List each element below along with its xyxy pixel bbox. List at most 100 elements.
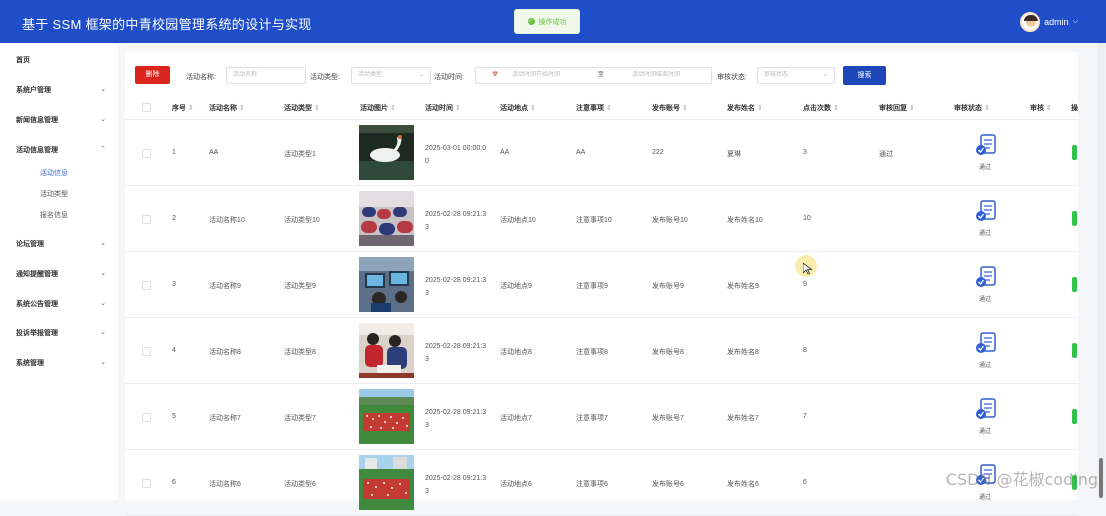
start-time-input[interactable]: 活动时间开始时间 <box>512 68 560 83</box>
row-checkbox[interactable] <box>142 347 151 356</box>
audit-document-icon[interactable] <box>974 398 999 420</box>
sort-icon[interactable]: ⇕ <box>833 105 839 112</box>
toast-text: 操作成功 <box>538 18 567 26</box>
row-account: 222 <box>652 149 664 156</box>
sidebar-item-label: 投诉举报管理 <box>16 330 58 337</box>
chevron-down-icon: ⌄ <box>100 240 106 247</box>
col-time[interactable]: 活动时间 ⇕ <box>425 103 461 113</box>
activity-photo[interactable] <box>359 257 414 312</box>
sidebar-item-label: 系统管理 <box>16 360 44 367</box>
row-publisher: 发布姓名10 <box>727 217 763 224</box>
sidebar-subitem-registration[interactable]: 报名信息 <box>40 210 68 220</box>
sort-icon[interactable]: ⇕ <box>390 105 396 112</box>
chevron-down-icon: ⌄ <box>100 270 106 277</box>
row-publisher: 发布姓名6 <box>727 481 759 488</box>
row-time: 2025-02-28 09:21:33 <box>425 475 487 495</box>
row-checkbox[interactable] <box>142 215 151 224</box>
sort-icon[interactable]: ⇕ <box>606 105 612 112</box>
activity-type-select[interactable]: 活动类型 ⌄ <box>351 67 431 84</box>
search-button[interactable]: 搜索 <box>843 66 886 85</box>
audit-status-text: 通过 <box>979 297 992 303</box>
col-note[interactable]: 注意事项 ⇕ <box>576 103 612 113</box>
col-label: 发布姓名 <box>727 105 755 112</box>
sidebar-item-notification[interactable]: 通知提醒管理 ⌄ <box>16 269 106 279</box>
audit-toggle[interactable] <box>1072 277 1077 292</box>
audit-document-icon[interactable] <box>974 266 999 288</box>
chevron-down-icon: ⌄ <box>100 86 106 93</box>
row-place: 活动地点7 <box>500 415 532 422</box>
sidebar-item-complaint[interactable]: 投诉举报管理 ⌄ <box>16 328 106 338</box>
select-all-checkbox[interactable] <box>142 103 151 112</box>
col-image[interactable]: 活动图片 ⇕ <box>360 103 396 113</box>
sort-icon[interactable]: ⇕ <box>314 105 320 112</box>
sort-icon[interactable]: ⇕ <box>909 105 915 112</box>
sidebar-item-home[interactable]: 首页 <box>16 55 106 65</box>
username[interactable]: admin <box>1044 17 1069 27</box>
row-checkbox[interactable] <box>142 281 151 290</box>
sidebar-item-forum[interactable]: 论坛管理 ⌄ <box>16 239 106 249</box>
col-account[interactable]: 发布账号 ⇕ <box>652 103 688 113</box>
col-label: 活动图片 <box>360 105 388 112</box>
row-checkbox[interactable] <box>142 149 151 158</box>
activity-photo[interactable] <box>359 389 414 444</box>
vertical-scrollbar[interactable] <box>1097 43 1106 500</box>
row-place: 活动地点9 <box>500 283 532 290</box>
user-menu[interactable]: admin ⌵ <box>1020 12 1078 32</box>
scrollbar-thumb[interactable] <box>1099 458 1103 498</box>
audit-document-icon[interactable] <box>974 200 999 222</box>
sort-icon[interactable]: ⇕ <box>530 105 536 112</box>
col-place[interactable]: 活动地点 ⇕ <box>500 103 536 113</box>
activity-name-input[interactable]: 活动名称 <box>226 67 306 84</box>
col-label: 点击次数 <box>803 105 831 112</box>
sort-icon[interactable]: ⇕ <box>984 105 990 112</box>
audit-toggle[interactable] <box>1072 145 1077 160</box>
audit-toggle[interactable] <box>1072 211 1077 226</box>
col-audit[interactable]: 审核 ⇕ <box>1030 103 1052 113</box>
sort-icon[interactable]: ⇕ <box>239 105 245 112</box>
sidebar-item-news[interactable]: 新闻信息管理 ⌄ <box>16 115 106 125</box>
row-account: 发布账号9 <box>652 283 684 290</box>
sidebar-subitem-activity-info[interactable]: 活动信息 <box>40 168 68 178</box>
activity-photo[interactable] <box>359 125 414 180</box>
sort-icon[interactable]: ⇕ <box>188 105 194 112</box>
activity-photo[interactable] <box>359 191 414 246</box>
sidebar-item-user-management[interactable]: 系统户管理 ⌄ <box>16 85 106 95</box>
audit-status-select[interactable]: 审核状态 ⌄ <box>757 67 835 84</box>
col-publisher[interactable]: 发布姓名 ⇕ <box>727 103 763 113</box>
sidebar-item-activity[interactable]: 活动信息管理 ⌃ <box>16 145 106 155</box>
activity-photo[interactable] <box>359 323 414 378</box>
col-status[interactable]: 审核状态 ⇕ <box>954 103 990 113</box>
sidebar-item-label: 系统户管理 <box>16 87 51 94</box>
sort-icon[interactable]: ⇕ <box>757 105 763 112</box>
activity-time-range[interactable]: 📅 活动时间开始时间 至 活动时间结束时间 <box>475 67 712 84</box>
row-checkbox[interactable] <box>142 479 151 488</box>
avatar[interactable] <box>1020 12 1041 32</box>
audit-toggle[interactable] <box>1072 409 1077 424</box>
audit-document-icon[interactable] <box>974 134 999 156</box>
sidebar-item-announcement[interactable]: 系统公告管理 ⌄ <box>16 299 106 309</box>
sort-icon[interactable]: ⇕ <box>682 105 688 112</box>
activity-photo[interactable] <box>359 455 414 510</box>
col-no[interactable]: 序号 ⇕ <box>172 103 194 113</box>
chevron-down-icon[interactable]: ⌵ <box>1073 18 1078 26</box>
audit-toggle[interactable] <box>1072 343 1077 358</box>
sort-icon[interactable]: ⇕ <box>1046 105 1052 112</box>
row-note: 注意事项6 <box>576 481 608 488</box>
chevron-down-icon: ⌄ <box>822 72 828 78</box>
sidebar-item-system[interactable]: 系统管理 ⌄ <box>16 358 106 368</box>
col-type[interactable]: 活动类型 ⇕ <box>284 103 320 113</box>
end-time-input[interactable]: 活动时间结束时间 <box>632 68 680 83</box>
sort-icon[interactable]: ⇕ <box>455 105 461 112</box>
row-name: 活动名称6 <box>209 481 241 488</box>
col-reply[interactable]: 审核回复 ⇕ <box>879 103 915 113</box>
row-note: 注意事项7 <box>576 415 608 422</box>
col-name[interactable]: 活动名称 ⇕ <box>209 103 245 113</box>
row-checkbox[interactable] <box>142 413 151 422</box>
audit-document-icon[interactable] <box>974 332 999 354</box>
row-clicks: 8 <box>803 347 807 354</box>
col-clicks[interactable]: 点击次数 ⇕ <box>803 103 839 113</box>
delete-button[interactable]: 删除 <box>135 66 170 84</box>
sidebar-subitem-activity-type[interactable]: 活动类型 <box>40 189 68 199</box>
row-account: 发布账号6 <box>652 481 684 488</box>
row-note: 注意事项9 <box>576 283 608 290</box>
